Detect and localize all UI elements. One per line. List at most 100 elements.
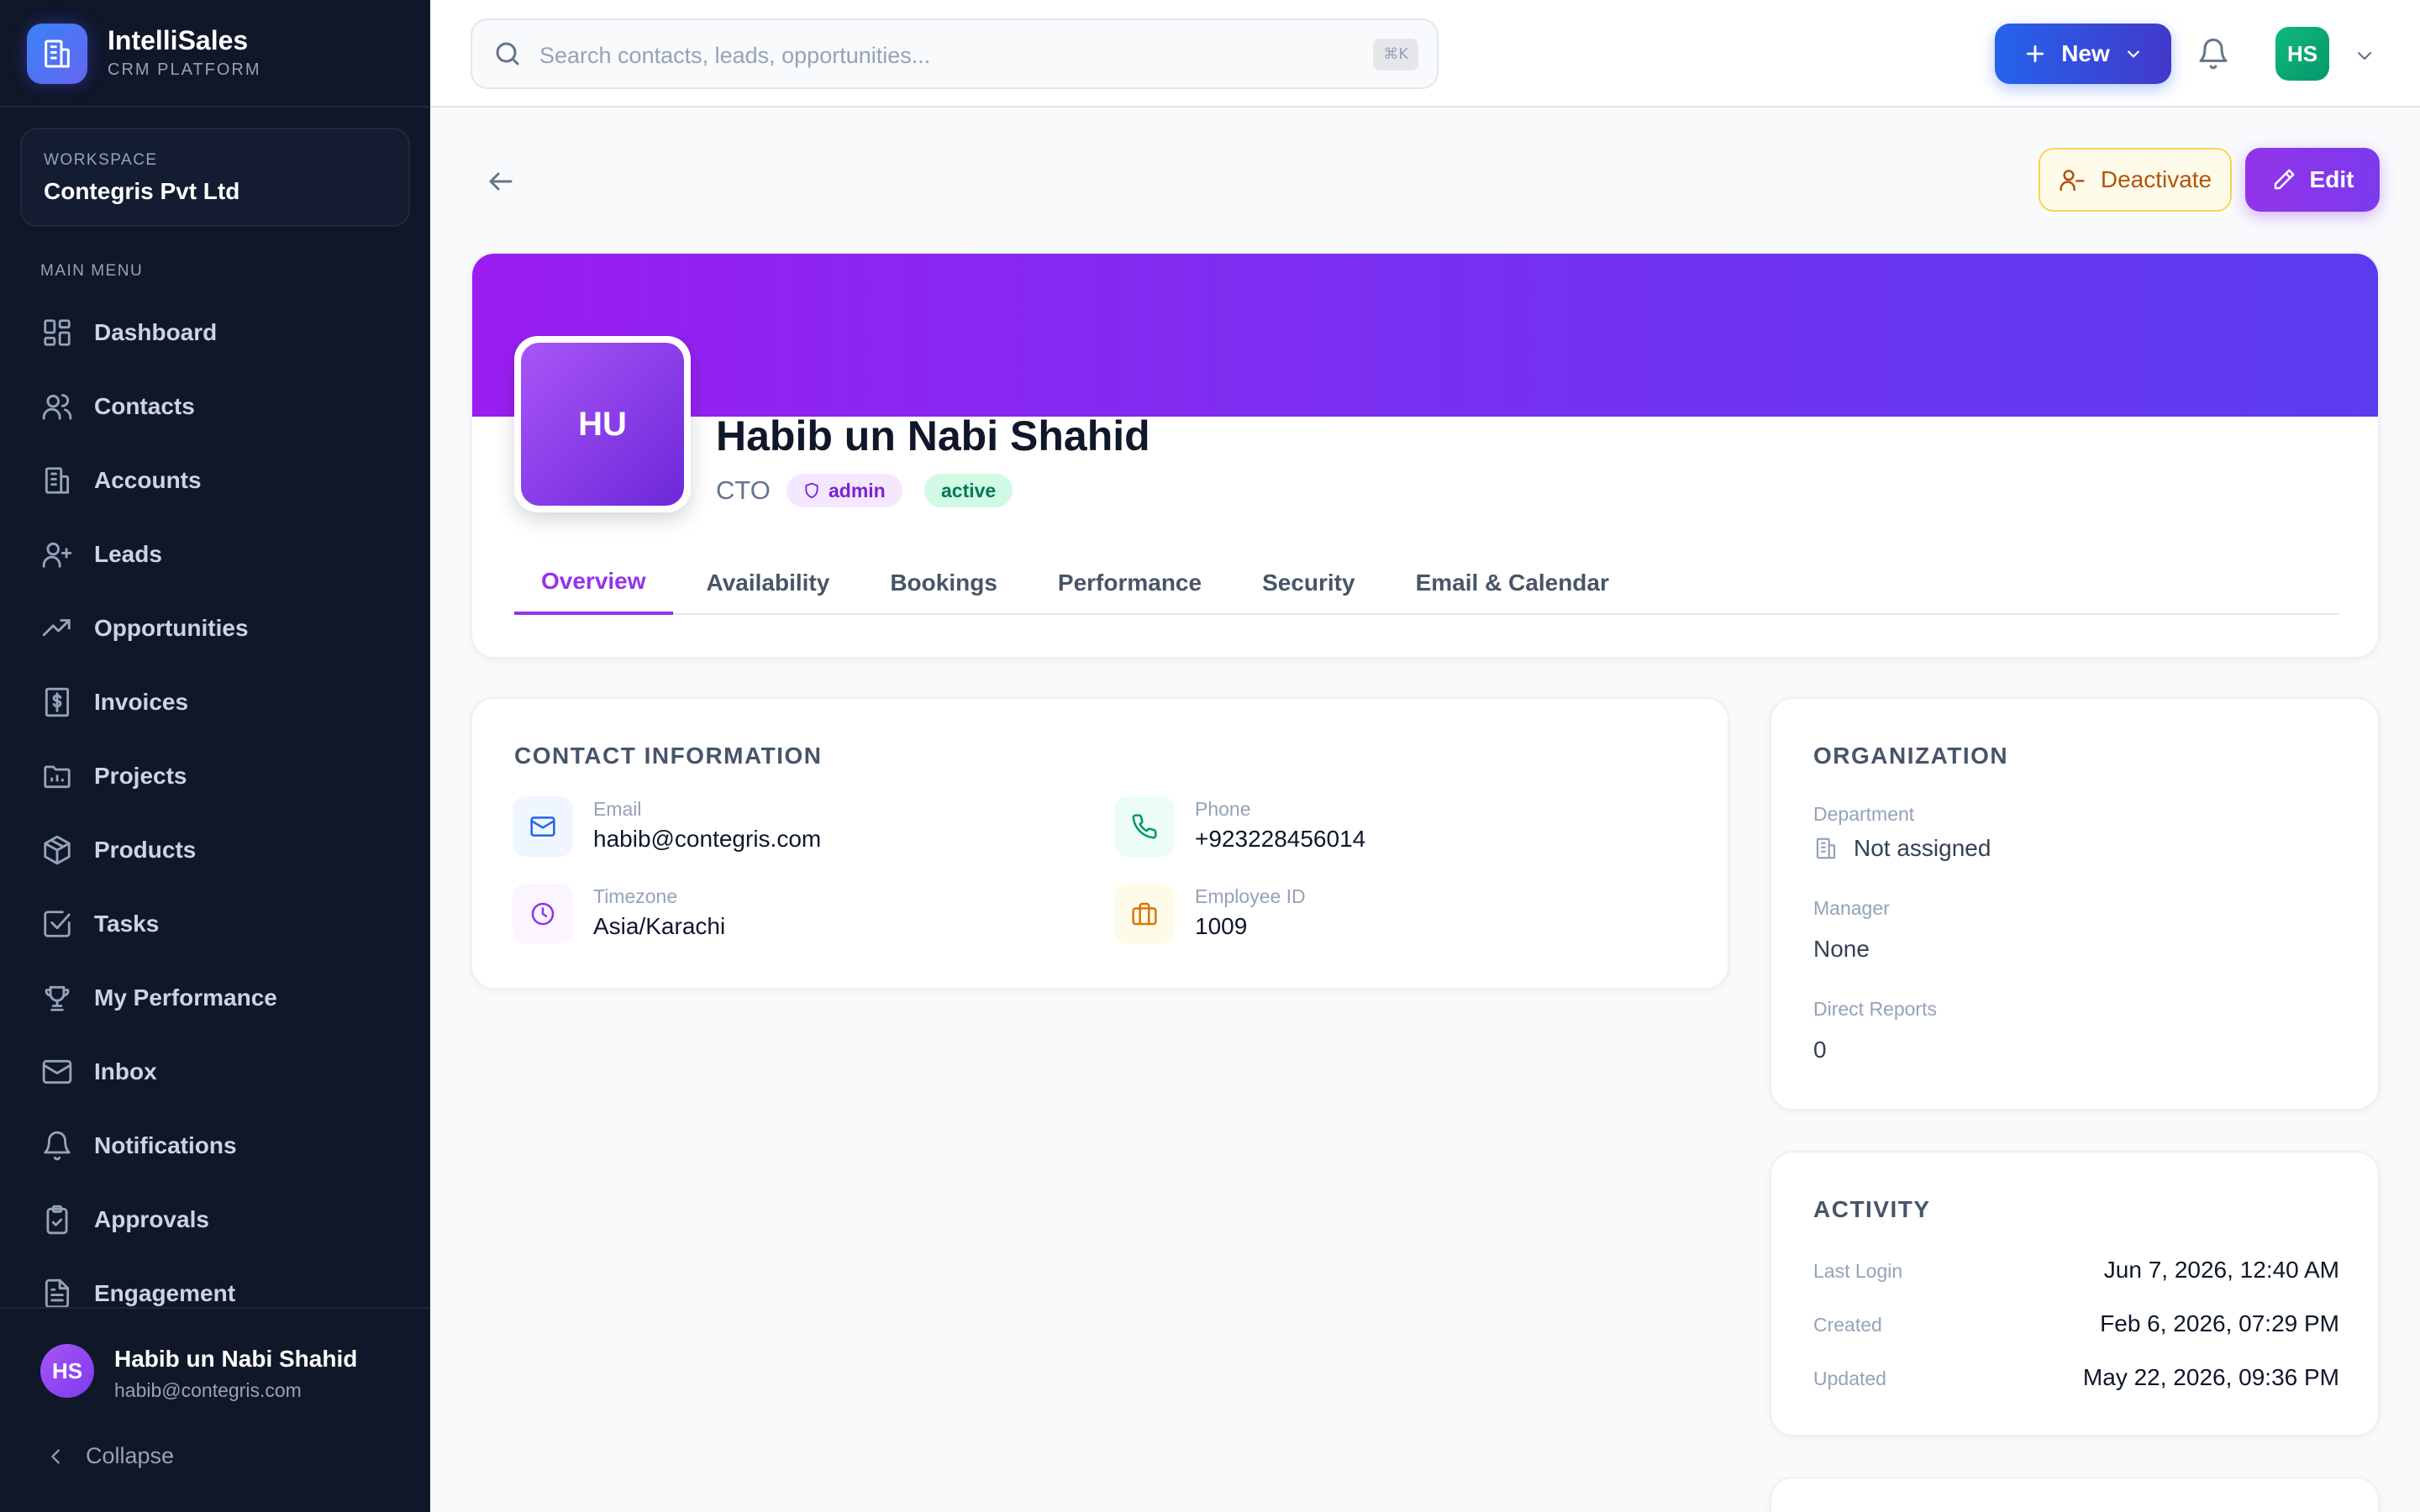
tab-email-calendar[interactable]: Email & Calendar: [1389, 551, 1636, 615]
notifications-bell-icon[interactable]: [2196, 37, 2230, 71]
sidebar-item-label: Inbox: [94, 1058, 157, 1084]
employee-id-label: Employee ID: [1195, 885, 1306, 907]
sidebar-item-label: Tasks: [94, 911, 160, 937]
email-label: Email: [593, 798, 642, 820]
brand-logo-icon[interactable]: [27, 24, 87, 84]
created-row: Created Feb 6, 2026, 07:29 PM: [1813, 1310, 2339, 1337]
sidebar-item-contacts[interactable]: Contacts: [0, 370, 430, 444]
organization-card: ORGANIZATION Department Not assigned Man…: [1770, 697, 2380, 1110]
sidebar-item-label: Contacts: [94, 393, 195, 419]
timezone-info: Timezone Asia/Karachi: [513, 884, 725, 944]
phone-value[interactable]: +923228456014: [1195, 826, 1365, 853]
phone-info: Phone +923228456014: [1114, 796, 1365, 857]
receipt-icon: [40, 685, 74, 719]
new-button-label: New: [2061, 40, 2110, 66]
department-value: Not assigned: [1813, 835, 1991, 862]
sidebar-item-projects[interactable]: Projects: [0, 739, 430, 813]
department-text: Not assigned: [1854, 835, 1991, 861]
tab-security[interactable]: Security: [1235, 551, 1382, 615]
sidebar-item-dashboard[interactable]: Dashboard: [0, 296, 430, 370]
sidebar-item-label: Approvals: [94, 1206, 209, 1232]
role-badge: admin: [786, 474, 902, 507]
sidebar-item-accounts[interactable]: Accounts: [0, 444, 430, 517]
mail-icon: [513, 796, 573, 857]
sidebar-item-label: My Performance: [94, 984, 277, 1011]
brand-subtitle: CRM PLATFORM: [108, 60, 261, 79]
last-login-row: Last Login Jun 7, 2026, 12:40 AM: [1813, 1257, 2339, 1284]
sidebar-item-label: Opportunities: [94, 615, 249, 641]
tab-overview[interactable]: Overview: [514, 551, 673, 615]
direct-reports-value: 0: [1813, 1037, 1827, 1063]
new-button[interactable]: New: [1995, 24, 2171, 84]
profile-avatar-initials: HU: [521, 343, 684, 506]
sidebar-item-opportunities[interactable]: Opportunities: [0, 591, 430, 665]
chevron-left-icon: [47, 1447, 66, 1466]
trending-up-icon: [40, 612, 74, 645]
topbar: Search contacts, leads, opportunities...…: [430, 0, 2420, 108]
department-label: Department: [1813, 803, 1915, 825]
search-input[interactable]: Search contacts, leads, opportunities...…: [471, 18, 1439, 89]
workspace-switcher[interactable]: WORKSPACE Contegris Pvt Ltd: [20, 128, 410, 227]
organization-title: ORGANIZATION: [1813, 743, 2009, 769]
account-avatar[interactable]: HS: [2275, 27, 2329, 81]
profile-banner: [472, 254, 2378, 417]
sidebar-item-my-performance[interactable]: My Performance: [0, 961, 430, 1035]
sidebar-item-leads[interactable]: Leads: [0, 517, 430, 591]
deactivate-button[interactable]: Deactivate: [2039, 148, 2232, 212]
pencil-icon: [2271, 167, 2296, 192]
manager-label: Manager: [1813, 897, 1890, 919]
search-shortcut-badge: ⌘K: [1373, 39, 1418, 71]
edit-button[interactable]: Edit: [2245, 148, 2380, 212]
sidebar-item-tasks[interactable]: Tasks: [0, 887, 430, 961]
sidebar-item-label: Accounts: [94, 467, 202, 493]
tab-bookings[interactable]: Bookings: [863, 551, 1024, 615]
user-plus-icon: [40, 538, 74, 571]
contact-information-card: CONTACT INFORMATION Email habib@contegri…: [471, 697, 1729, 990]
deactivate-label: Deactivate: [2100, 166, 2212, 192]
check-square-icon: [40, 907, 74, 941]
employee-id-info: Employee ID 1009: [1114, 884, 1306, 944]
last-login-label: Last Login: [1813, 1260, 1903, 1282]
edit-label: Edit: [2309, 166, 2354, 192]
back-arrow-icon[interactable]: [486, 166, 516, 197]
sidebar-item-approvals[interactable]: Approvals: [0, 1183, 430, 1257]
briefcase-icon: [1114, 884, 1175, 944]
collapse-label: Collapse: [86, 1443, 175, 1468]
file-text-icon: [40, 1277, 74, 1310]
status-badge: active: [924, 474, 1013, 507]
sidebar-nav: Dashboard Contacts Accounts Leads Opport…: [0, 296, 430, 1331]
sidebar-item-products[interactable]: Products: [0, 813, 430, 887]
updated-value: May 22, 2026, 09:36 PM: [2082, 1364, 2339, 1390]
sidebar-item-inbox[interactable]: Inbox: [0, 1035, 430, 1109]
user-avatar[interactable]: HS: [40, 1344, 94, 1398]
collapse-sidebar-button[interactable]: Collapse: [47, 1443, 174, 1469]
sidebar-item-label: Projects: [94, 763, 187, 789]
email-value[interactable]: habib@contegris.com: [593, 826, 821, 853]
sidebar-item-label: Notifications: [94, 1132, 237, 1158]
search-icon: [492, 39, 523, 69]
tab-availability[interactable]: Availability: [680, 551, 857, 615]
sidebar-item-invoices[interactable]: Invoices: [0, 665, 430, 739]
timezone-label: Timezone: [593, 885, 678, 907]
email-info: Email habib@contegris.com: [513, 796, 821, 857]
clipboard-check-icon: [40, 1203, 74, 1236]
workspace-name: Contegris Pvt Ltd: [44, 178, 240, 204]
account-menu-chevron-icon[interactable]: [2354, 45, 2375, 66]
activity-title: ACTIVITY: [1813, 1196, 1931, 1222]
chevron-down-icon: [2125, 45, 2142, 62]
sidebar-item-label: Leads: [94, 541, 162, 567]
sidebar-item-label: Products: [94, 837, 197, 863]
tab-performance[interactable]: Performance: [1031, 551, 1228, 615]
phone-label: Phone: [1195, 798, 1251, 820]
profile-avatar: HU: [514, 336, 691, 512]
search-placeholder: Search contacts, leads, opportunities...: [539, 43, 931, 68]
sidebar-item-label: Engagement: [94, 1280, 236, 1306]
user-minus-icon: [2059, 166, 2086, 193]
sidebar-item-notifications[interactable]: Notifications: [0, 1109, 430, 1183]
manager-value: None: [1813, 936, 1870, 962]
plus-icon: [2024, 43, 2046, 65]
profile-name: Habib un Nabi Shahid: [716, 412, 1150, 459]
users-icon: [40, 390, 74, 423]
created-value: Feb 6, 2026, 07:29 PM: [2100, 1310, 2339, 1336]
dashboard-icon: [40, 316, 74, 349]
